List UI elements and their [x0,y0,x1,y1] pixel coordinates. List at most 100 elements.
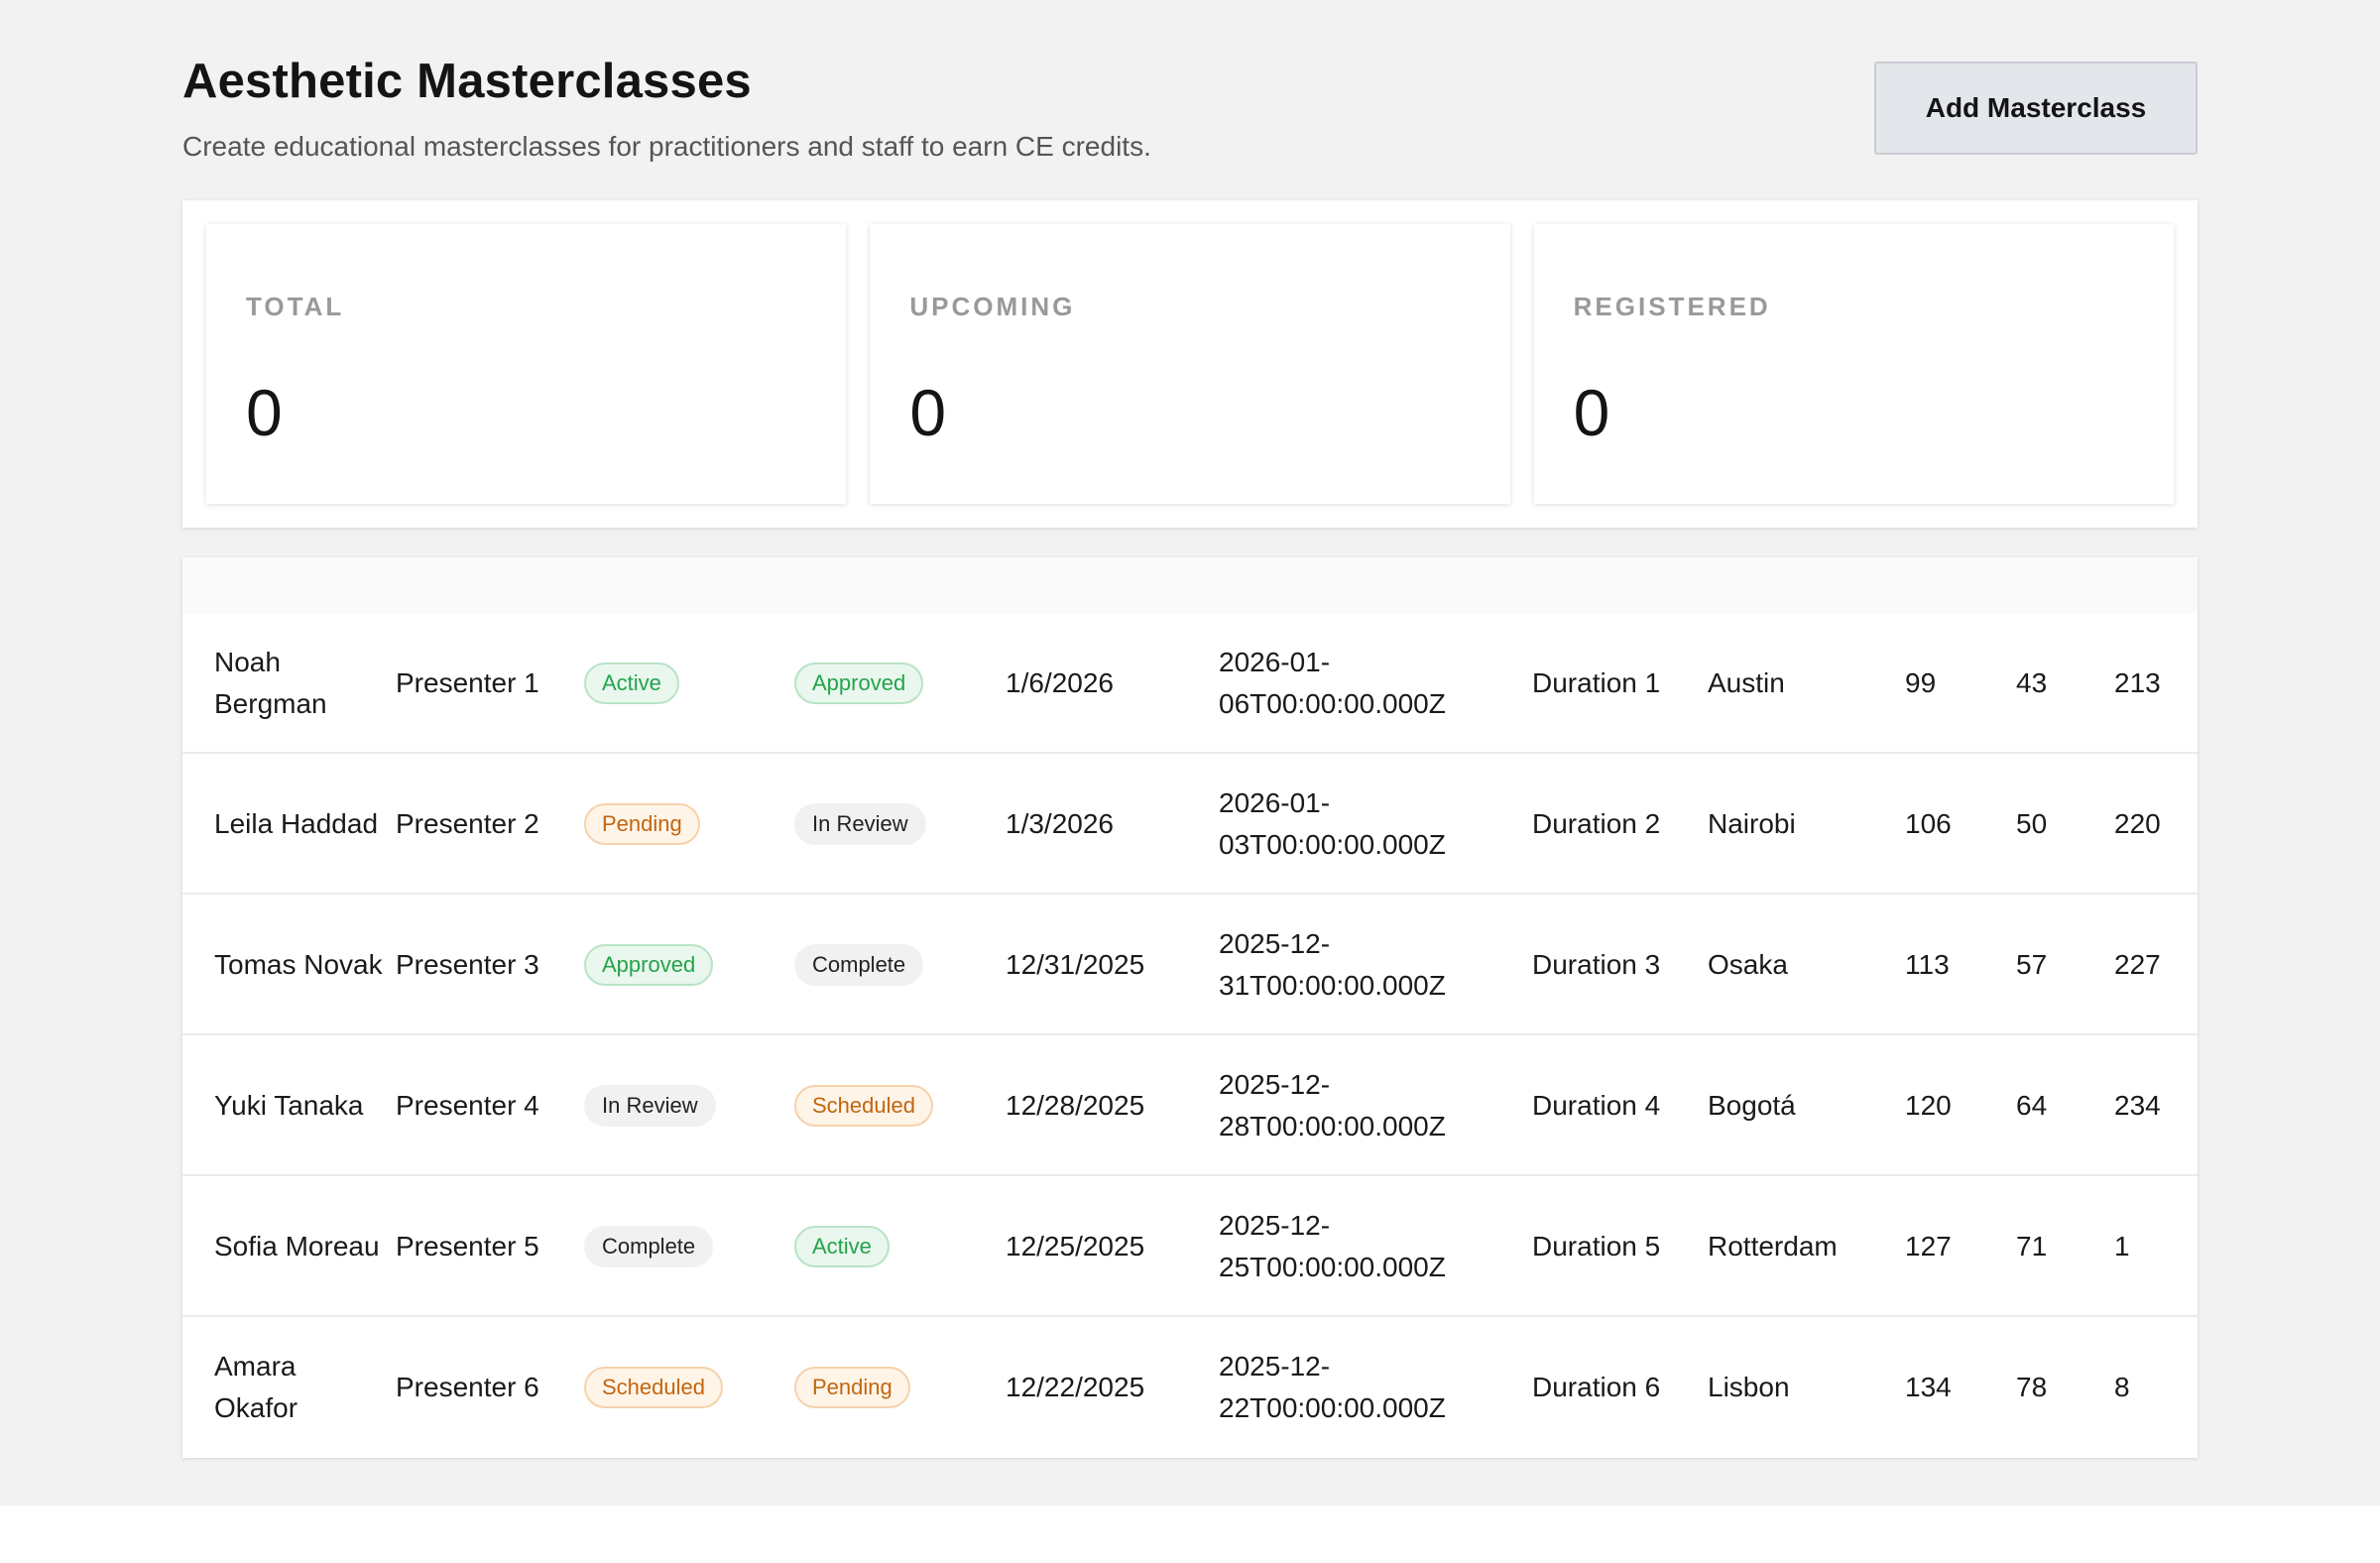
cell-duration: Duration 6 [1532,1372,1661,1402]
cell-date: 1/6/2026 [1006,667,1114,698]
cell-number-1: 99 [1905,667,1937,698]
cell-number-1: 106 [1905,808,1952,839]
cell-number-2: 50 [2016,808,2048,839]
approval-badge: In Review [794,803,926,845]
cell-name: Yuki Tanaka [214,1090,364,1121]
cell-approval: Active [794,1176,993,1317]
table-row[interactable]: Noah Bergman Presenter 1 Active Approved… [182,613,2198,754]
cell-name: Noah Bergman [214,647,327,719]
stat-value: 0 [246,376,283,449]
status-badge: Approved [584,944,714,986]
cell-number-1: 134 [1905,1372,1952,1402]
cell-duration: Duration 2 [1532,808,1661,839]
cell-date: 12/28/2025 [1006,1090,1145,1121]
cell-number-3: 220 [2114,808,2161,839]
cell-approval: Scheduled [794,1035,993,1176]
cell-iso-date: 2025-12-22T00:00:00.000Z [1219,1351,1446,1423]
cell-number-2: 64 [2016,1090,2048,1121]
approval-badge: Approved [794,662,924,704]
cell-presenter: Presenter 5 [396,1231,539,1262]
masterclass-table: Noah Bergman Presenter 1 Active Approved… [182,557,2198,1458]
cell-iso-date: 2025-12-25T00:00:00.000Z [1219,1210,1446,1282]
cell-city: Nairobi [1708,808,1796,839]
cell-name: Tomas Novak [214,949,383,980]
cell-date: 12/31/2025 [1006,949,1145,980]
cell-number-2: 57 [2016,949,2048,980]
cell-presenter: Presenter 4 [396,1090,539,1121]
cell-iso-date: 2026-01-03T00:00:00.000Z [1219,787,1446,860]
cell-number-1: 127 [1905,1231,1952,1262]
cell-presenter: Presenter 1 [396,667,539,698]
cell-presenter: Presenter 6 [396,1372,539,1402]
cell-number-1: 120 [1905,1090,1952,1121]
page-background: Aesthetic Masterclasses Create education… [0,0,2380,1505]
cell-duration: Duration 5 [1532,1231,1661,1262]
cell-status: Approved [584,895,782,1035]
add-masterclass-button[interactable]: Add Masterclass [1874,61,2198,155]
cell-status: Pending [584,754,782,895]
cell-city: Lisbon [1708,1372,1790,1402]
cell-name: Sofia Moreau [214,1231,380,1262]
approval-badge: Active [794,1226,890,1267]
table-row[interactable]: Tomas Novak Presenter 3 Approved Complet… [182,895,2198,1035]
cell-iso-date: 2026-01-06T00:00:00.000Z [1219,647,1446,719]
stat-label: UPCOMING [909,292,1076,321]
table-row[interactable]: Yuki Tanaka Presenter 4 In Review Schedu… [182,1035,2198,1176]
status-badge: Active [584,662,679,704]
cell-city: Osaka [1708,949,1788,980]
stats-panel: TOTAL 0 UPCOMING 0 REGISTERED 0 [182,200,2198,528]
cell-approval: In Review [794,754,993,895]
page-header: Aesthetic Masterclasses Create education… [182,52,2198,171]
cell-status: Scheduled [584,1317,782,1458]
cell-number-2: 78 [2016,1372,2048,1402]
cell-number-3: 234 [2114,1090,2161,1121]
cell-status: Active [584,613,782,754]
cell-number-3: 227 [2114,949,2161,980]
cell-approval: Complete [794,895,993,1035]
stat-value: 0 [909,376,947,449]
cell-city: Rotterdam [1708,1231,1838,1262]
stat-label: REGISTERED [1573,292,1771,321]
cell-presenter: Presenter 3 [396,949,539,980]
cell-number-2: 43 [2016,667,2048,698]
cell-number-3: 8 [2114,1372,2130,1402]
cell-duration: Duration 3 [1532,949,1661,980]
cell-date: 1/3/2026 [1006,808,1114,839]
table-row[interactable]: Leila Haddad Presenter 2 Pending In Revi… [182,754,2198,895]
cell-number-1: 113 [1905,949,1950,980]
cell-iso-date: 2025-12-28T00:00:00.000Z [1219,1069,1446,1142]
stat-value: 0 [1573,376,1610,449]
cell-number-3: 213 [2114,667,2161,698]
cell-presenter: Presenter 2 [396,808,539,839]
status-badge: Pending [584,803,700,845]
cell-status: In Review [584,1035,782,1176]
status-badge: Complete [584,1226,714,1267]
cell-iso-date: 2025-12-31T00:00:00.000Z [1219,928,1446,1001]
cell-name: Amara Okafor [214,1351,298,1423]
table-row[interactable]: Amara Okafor Presenter 6 Scheduled Pendi… [182,1317,2198,1458]
cell-status: Complete [584,1176,782,1317]
page-title: Aesthetic Masterclasses [182,55,752,108]
cell-duration: Duration 4 [1532,1090,1661,1121]
cell-date: 12/25/2025 [1006,1231,1145,1262]
approval-badge: Scheduled [794,1085,933,1127]
table-body: Noah Bergman Presenter 1 Active Approved… [182,613,2198,1458]
cell-number-3: 1 [2114,1231,2130,1262]
stat-card-registered: REGISTERED 0 [1533,224,2174,504]
page-subtitle: Create educational masterclasses for pra… [182,131,1151,162]
status-badge: Scheduled [584,1367,723,1408]
cell-city: Austin [1708,667,1785,698]
approval-badge: Complete [794,944,924,986]
stat-card-upcoming: UPCOMING 0 [870,224,1510,504]
cell-approval: Pending [794,1317,993,1458]
stat-label: TOTAL [246,292,345,321]
cell-date: 12/22/2025 [1006,1372,1145,1402]
table-row[interactable]: Sofia Moreau Presenter 5 Complete Active… [182,1176,2198,1317]
table-header [182,557,2198,613]
stat-card-total: TOTAL 0 [206,224,847,504]
cell-approval: Approved [794,613,993,754]
cell-number-2: 71 [2016,1231,2048,1262]
cell-city: Bogotá [1708,1090,1796,1121]
approval-badge: Pending [794,1367,910,1408]
status-badge: In Review [584,1085,716,1127]
